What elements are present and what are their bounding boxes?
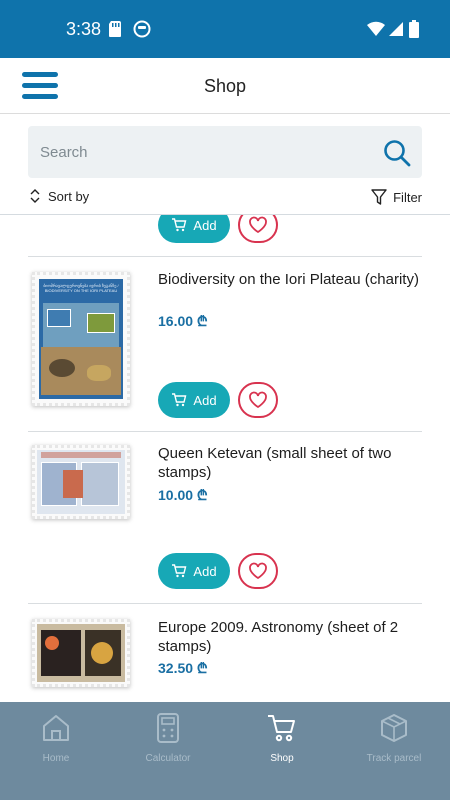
product-title[interactable]: Queen Ketevan (small sheet of two stamps… [158, 444, 422, 482]
nav-label-shop: Shop [270, 753, 294, 764]
product-price: 32.50 ₾ [158, 660, 208, 676]
sort-button[interactable]: Sort by [28, 188, 89, 204]
cart-icon [172, 218, 187, 232]
divider [28, 603, 422, 604]
nav-label-home: Home [42, 753, 70, 764]
sort-filter-row: Sort by Filter [0, 186, 450, 210]
sd-card-icon [108, 20, 122, 43]
product-image[interactable] [32, 619, 130, 687]
app-bar: Shop [0, 58, 450, 114]
sort-label: Sort by [48, 188, 90, 204]
face-icon [133, 20, 151, 43]
status-bar: 3:38 [0, 0, 450, 58]
product-image[interactable]: ბიომრავალფეროვნება ივრის ზეგანზე / BIODI… [32, 272, 130, 406]
heart-icon [249, 216, 267, 234]
add-to-cart-button[interactable]: Add [158, 382, 230, 418]
heart-icon [249, 562, 267, 580]
search-input[interactable] [40, 126, 370, 178]
wifi-icon [366, 20, 386, 43]
parcel-icon [381, 714, 407, 742]
nav-label-track-parcel: Track parcel [366, 753, 422, 764]
nav-item-home[interactable]: Home [0, 712, 112, 772]
add-to-cart-button[interactable]: Add [158, 553, 230, 589]
search-box [28, 126, 422, 178]
filter-icon [371, 189, 387, 205]
nav-label-calculator: Calculator [145, 753, 191, 764]
favorite-button[interactable] [238, 215, 278, 243]
add-label: Add [193, 217, 217, 233]
search-icon[interactable] [382, 138, 412, 168]
bottom-navigation: Home Calculator Shop Track parcel [0, 702, 450, 800]
product-title[interactable]: Europe 2009. Astronomy (sheet of 2 stamp… [158, 618, 422, 656]
filter-button[interactable]: Filter [371, 188, 422, 206]
favorite-button[interactable] [238, 553, 278, 589]
stamp-sheet-text: ბიომრავალფეროვნება ივრის ზეგანზე / BIODI… [43, 283, 119, 293]
sort-icon [30, 189, 40, 203]
calculator-icon [157, 713, 179, 743]
nav-item-calculator[interactable]: Calculator [112, 712, 224, 772]
home-icon [43, 715, 69, 741]
divider [28, 431, 422, 432]
product-list[interactable]: Add ბიომრავალფეროვნება ივრის ზეგანზე / B… [0, 214, 450, 702]
add-to-cart-button[interactable]: Add [158, 215, 230, 243]
product-price: 16.00 ₾ [158, 313, 208, 329]
cart-icon [172, 393, 187, 407]
add-label: Add [193, 563, 217, 579]
page-title: Shop [203, 76, 247, 96]
product-image[interactable] [32, 445, 130, 519]
cart-icon [172, 564, 187, 578]
favorite-button[interactable] [238, 382, 278, 418]
cart-icon [268, 715, 295, 742]
product-price: 10.00 ₾ [158, 487, 208, 503]
nav-item-track-parcel[interactable]: Track parcel [338, 712, 450, 772]
filter-label: Filter [393, 189, 422, 205]
battery-icon [409, 20, 419, 43]
add-label: Add [193, 392, 217, 408]
heart-icon [249, 391, 267, 409]
status-time: 3:38 [66, 19, 102, 39]
divider [28, 256, 422, 257]
nav-item-shop[interactable]: Shop [226, 712, 338, 772]
product-title[interactable]: Biodiversity on the Iori Plateau (charit… [158, 270, 422, 289]
signal-icon [388, 20, 404, 43]
